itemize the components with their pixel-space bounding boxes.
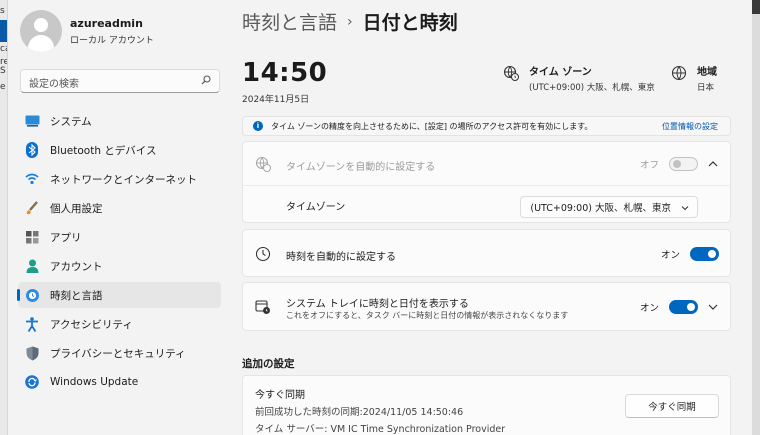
account-icon: [24, 258, 40, 274]
sidebar-item-label: アカウント: [50, 260, 103, 273]
tray-state: オン: [639, 303, 659, 314]
auto-time-state: オン: [660, 250, 680, 261]
breadcrumb: 時刻と言語 › 日付と時刻: [242, 8, 458, 35]
wifi-icon: [24, 171, 40, 187]
search-placeholder: 設定の検索: [29, 79, 79, 90]
breadcrumb-parent[interactable]: 時刻と言語: [242, 8, 337, 35]
shield-icon: [24, 345, 40, 361]
sidebar-item-windows-update[interactable]: Windows Update: [18, 369, 221, 395]
sidebar-item-label: Bluetooth とデバイス: [50, 144, 157, 157]
sidebar-item-label: ネットワークとインターネット: [50, 173, 197, 186]
sidebar-nav: システム Bluetooth とデバイス ネットワークとインターネット 個人用設…: [17, 108, 221, 398]
time-server: タイム サーバー: VM IC Time Synchronization Pro…: [255, 424, 506, 435]
tray-clock-card[interactable]: システム トレイに時刻と日付を表示する これをオフにすると、タスク バーに時刻と…: [242, 282, 731, 331]
sidebar: azureadmin ローカル アカウント 設定の検索 システム Bluetoo…: [8, 0, 228, 435]
main-content: 時刻と言語 › 日付と時刻 14:50 2024年11月5日 タイム ゾーン (…: [240, 0, 740, 435]
sidebar-item-label: アプリ: [50, 231, 82, 244]
location-settings-link[interactable]: 位置情報の設定: [662, 121, 718, 132]
timezone-title: タイム ゾーン: [529, 67, 592, 78]
globe-clock-icon: [24, 287, 40, 303]
current-time: 14:50: [242, 58, 328, 88]
auto-timezone-label: タイムゾーンを自動的に設定する: [286, 162, 436, 173]
right-window-edge-dark: [752, 0, 760, 14]
sidebar-item-label: アクセシビリティ: [50, 318, 133, 331]
notice-text: タイム ゾーンの精度を向上させるために、[設定] の場所のアクセス許可を有効にし…: [271, 121, 593, 131]
auto-time-card[interactable]: 時刻を自動的に設定する オン: [242, 229, 731, 277]
sidebar-item-label: 時刻と言語: [50, 289, 103, 302]
sidebar-item-time-language[interactable]: 時刻と言語: [17, 282, 221, 308]
sidebar-item-label: システム: [50, 115, 92, 128]
clock-icon: [255, 246, 271, 262]
bluetooth-icon: [24, 142, 40, 158]
breadcrumb-separator: ›: [347, 13, 353, 30]
sync-card: 今すぐ同期 前回成功した時刻の同期:2024/11/05 14:50:46 タイ…: [242, 375, 731, 435]
auto-timezone-card: タイムゾーンを自動的に設定する オフ タイムゾーン (UTC+09:00) 大阪…: [242, 141, 731, 223]
sidebar-item-apps[interactable]: アプリ: [18, 224, 221, 250]
update-icon: [24, 374, 40, 390]
info-icon: i: [253, 121, 263, 131]
tray-toggle[interactable]: [669, 300, 698, 314]
page-title: 日付と時刻: [362, 12, 458, 34]
globe-clock-icon: [503, 65, 519, 81]
tray-description: これをオフにすると、タスク バーに時刻と日付の情報が表示されなくなります: [286, 311, 569, 320]
sidebar-item-network[interactable]: ネットワークとインターネット: [18, 166, 221, 192]
background-window-blue-block: [0, 20, 7, 42]
timezone-select-row: タイムゾーン (UTC+09:00) 大阪、札幌、東京: [243, 186, 730, 224]
calendar-clock-icon: [255, 300, 270, 314]
edge-text: ca: [0, 44, 7, 54]
timezone-value: (UTC+09:00) 大阪、札幌、東京: [529, 83, 655, 93]
edge-text: e: [0, 82, 6, 92]
search-icon[interactable]: [201, 75, 211, 85]
tray-label: システム トレイに時刻と日付を表示する: [286, 299, 469, 310]
sidebar-item-accounts[interactable]: アカウント: [18, 253, 221, 279]
timezone-dropdown[interactable]: (UTC+09:00) 大阪、札幌、東京: [520, 196, 698, 218]
current-date: 2024年11月5日: [242, 95, 310, 105]
auto-time-toggle-group: オン: [661, 247, 719, 261]
sidebar-item-bluetooth[interactable]: Bluetooth とデバイス: [18, 137, 221, 163]
apps-icon: [24, 229, 40, 245]
sidebar-item-label: プライバシーとセキュリティ: [50, 347, 186, 360]
sidebar-item-privacy[interactable]: プライバシーとセキュリティ: [18, 340, 221, 366]
tray-toggle-group: オン: [640, 300, 698, 314]
region-value: 日本: [697, 83, 715, 93]
sync-now-button[interactable]: 今すぐ同期: [625, 394, 719, 418]
auto-timezone-toggle[interactable]: [669, 157, 698, 171]
location-notice: i タイム ゾーンの精度を向上させるために、[設定] の場所のアクセス許可を有効…: [242, 116, 731, 136]
profile-account-type: ローカル アカウント: [70, 35, 154, 46]
search-input[interactable]: 設定の検索: [20, 69, 220, 93]
profile-name: azureadmin: [70, 16, 143, 30]
avatar: [20, 10, 62, 52]
edge-text: S: [0, 66, 6, 76]
auto-time-label: 時刻を自動的に設定する: [286, 252, 396, 263]
auto-timezone-row[interactable]: タイムゾーンを自動的に設定する オフ: [243, 142, 730, 186]
right-window-edge: [752, 0, 760, 435]
sidebar-item-system[interactable]: システム: [18, 108, 221, 134]
edge-text: s: [0, 6, 5, 16]
system-icon: [24, 113, 40, 129]
additional-settings-heading: 追加の設定: [242, 358, 295, 370]
sidebar-item-personalization[interactable]: 個人用設定: [18, 195, 221, 221]
region-info: 地域 日本: [671, 63, 717, 93]
timezone-select-label: タイムゾーン: [286, 202, 346, 213]
chevron-down-icon[interactable]: [707, 301, 719, 313]
chevron-down-icon: [681, 206, 689, 211]
chevron-up-icon[interactable]: [707, 158, 719, 170]
brush-icon: [24, 200, 40, 216]
region-title: 地域: [697, 67, 717, 78]
auto-time-toggle[interactable]: [690, 247, 719, 261]
user-profile[interactable]: azureadmin ローカル アカウント: [20, 10, 154, 52]
background-window-edge: s ca re S e: [0, 0, 8, 435]
sidebar-item-label: 個人用設定: [50, 202, 103, 215]
timezone-dropdown-value: (UTC+09:00) 大阪、札幌、東京: [530, 203, 671, 214]
sidebar-item-accessibility[interactable]: アクセシビリティ: [18, 311, 221, 337]
timezone-info: タイム ゾーン (UTC+09:00) 大阪、札幌、東京: [503, 63, 655, 93]
globe-icon: [671, 65, 687, 81]
auto-timezone-toggle-group: オフ: [640, 157, 698, 171]
globe-clock-icon: [255, 156, 271, 172]
auto-timezone-state: オフ: [639, 160, 659, 171]
sidebar-item-label: Windows Update: [50, 376, 139, 388]
accessibility-icon: [24, 316, 40, 332]
